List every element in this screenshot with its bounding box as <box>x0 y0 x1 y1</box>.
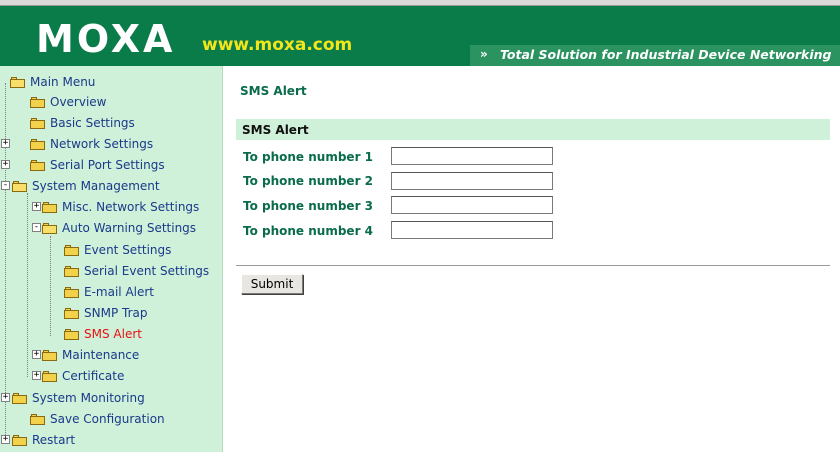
sidebar-item-label: Restart <box>32 433 76 447</box>
sidebar-item-label: Misc. Network Settings <box>62 200 200 214</box>
expand-plus-icon[interactable]: + <box>1 139 10 148</box>
phone-number-4-label: To phone number 4 <box>243 224 374 238</box>
sidebar-item-overview[interactable]: Overview <box>30 92 107 112</box>
sidebar-item-label: Event Settings <box>84 243 172 257</box>
phone-number-3-label: To phone number 3 <box>243 199 374 213</box>
sidebar-item-label: Maintenance <box>62 348 140 362</box>
sidebar-item-misc-network-settings[interactable]: Misc. Network Settings <box>42 197 199 217</box>
sidebar-item-main-menu[interactable]: Main Menu <box>10 72 95 92</box>
expand-plus-icon[interactable]: + <box>32 202 41 211</box>
phone-number-4-input[interactable] <box>391 221 553 239</box>
folder-open-icon <box>12 180 28 192</box>
folder-icon <box>30 117 46 129</box>
folder-icon <box>12 392 28 404</box>
collapse-minus-icon[interactable]: - <box>32 223 41 232</box>
tree-guide-line <box>27 193 28 377</box>
folder-icon <box>30 96 46 108</box>
sidebar-item-serial-event-settings[interactable]: Serial Event Settings <box>64 261 209 281</box>
sidebar-item-label: Main Menu <box>30 75 96 89</box>
folder-icon <box>30 159 46 171</box>
sidebar-item-system-management[interactable]: System Management <box>12 176 160 196</box>
sidebar-item-restart[interactable]: Restart <box>12 430 75 450</box>
folder-icon <box>64 328 80 340</box>
submit-button[interactable]: Submit <box>241 274 303 294</box>
sidebar-item-event-settings[interactable]: Event Settings <box>64 240 171 260</box>
tree-guide-line <box>50 236 51 336</box>
folder-icon <box>64 265 80 277</box>
sidebar-item-auto-warning-settings[interactable]: Auto Warning Settings <box>42 218 196 238</box>
section-header-bar <box>236 119 830 140</box>
folder-icon <box>30 138 46 150</box>
sidebar-item-network-settings[interactable]: Network Settings <box>30 134 153 154</box>
sidebar-item-label: E-mail Alert <box>84 285 155 299</box>
sidebar-item-label: Serial Port Settings <box>50 158 165 172</box>
folder-icon <box>42 349 58 361</box>
sidebar-item-label: System Monitoring <box>32 391 145 405</box>
folder-icon <box>42 370 58 382</box>
sidebar-item-label: SMS Alert <box>84 327 142 341</box>
header-tagline: Total Solution for Industrial Device Net… <box>500 47 832 62</box>
sidebar-item-save-configuration[interactable]: Save Configuration <box>30 409 165 429</box>
expand-plus-icon[interactable]: + <box>1 435 10 444</box>
sidebar-item-label: SNMP Trap <box>84 306 148 320</box>
folder-icon <box>42 201 58 213</box>
sidebar-item-serial-port-settings[interactable]: Serial Port Settings <box>30 155 165 175</box>
phone-number-2-input[interactable] <box>391 172 553 190</box>
folder-icon <box>64 286 80 298</box>
sidebar-item-basic-settings[interactable]: Basic Settings <box>30 113 135 133</box>
header-banner: MOXA www.moxa.com » Total Solution for I… <box>0 0 840 66</box>
page-title: SMS Alert <box>240 84 307 98</box>
phone-number-1-input[interactable] <box>391 147 553 165</box>
tree-guide-line <box>5 83 6 443</box>
sidebar-item-snmp-trap[interactable]: SNMP Trap <box>64 303 147 323</box>
sidebar-item-label: Basic Settings <box>50 116 135 130</box>
header-top-border <box>0 0 840 6</box>
expand-plus-icon[interactable]: + <box>1 160 10 169</box>
sidebar-item-system-monitoring[interactable]: System Monitoring <box>12 388 145 408</box>
sidebar-item-email-alert[interactable]: E-mail Alert <box>64 282 154 302</box>
expand-plus-icon[interactable]: + <box>1 393 10 402</box>
expand-plus-icon[interactable]: + <box>32 350 41 359</box>
sidebar-item-label: Serial Event Settings <box>84 264 210 278</box>
sidebar-item-label: Network Settings <box>50 137 154 151</box>
section-title: SMS Alert <box>242 123 309 137</box>
sidebar-item-sms-alert[interactable]: SMS Alert <box>64 324 142 344</box>
moxa-logo: MOXA <box>36 17 176 61</box>
phone-number-3-input[interactable] <box>391 196 553 214</box>
site-url-link[interactable]: www.moxa.com <box>202 36 352 54</box>
folder-open-icon <box>42 222 58 234</box>
phone-number-1-label: To phone number 1 <box>243 150 374 164</box>
folder-open-icon <box>10 76 26 88</box>
sidebar-item-label: System Management <box>32 179 160 193</box>
collapse-minus-icon[interactable]: - <box>1 181 10 190</box>
phone-number-2-label: To phone number 2 <box>243 174 374 188</box>
sidebar-item-label: Save Configuration <box>50 412 165 426</box>
sidebar-item-label: Auto Warning Settings <box>62 221 197 235</box>
folder-icon <box>64 244 80 256</box>
folder-icon <box>30 413 46 425</box>
form-divider <box>236 265 830 266</box>
sidebar-item-maintenance[interactable]: Maintenance <box>42 345 139 365</box>
double-chevron-icon: » <box>480 47 488 61</box>
folder-icon <box>64 307 80 319</box>
folder-icon <box>12 434 28 446</box>
sidebar-item-label: Overview <box>50 95 107 109</box>
sidebar-item-label: Certificate <box>62 369 125 383</box>
expand-plus-icon[interactable]: + <box>32 371 41 380</box>
sidebar-item-certificate[interactable]: Certificate <box>42 366 124 386</box>
